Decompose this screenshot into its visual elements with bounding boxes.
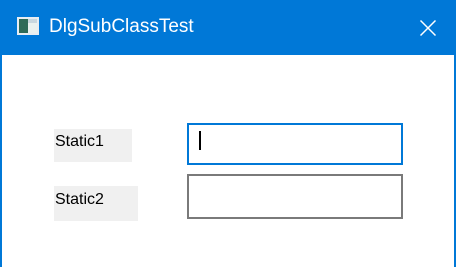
text-caret: [199, 131, 201, 150]
window-title: DlgSubClassTest: [49, 16, 194, 37]
edit2-field[interactable]: [187, 174, 403, 219]
static2-label: Static2: [54, 186, 138, 221]
edit1-field[interactable]: [187, 123, 403, 165]
close-button[interactable]: [400, 0, 456, 55]
dialog-app-icon: [17, 17, 39, 35]
close-icon: [419, 19, 437, 36]
dialog-client-area: Static1 Static2: [2, 55, 454, 267]
title-bar[interactable]: DlgSubClassTest: [0, 0, 456, 55]
static1-label: Static1: [54, 129, 132, 162]
dialog-window: DlgSubClassTest Static1 Static2: [0, 0, 456, 267]
